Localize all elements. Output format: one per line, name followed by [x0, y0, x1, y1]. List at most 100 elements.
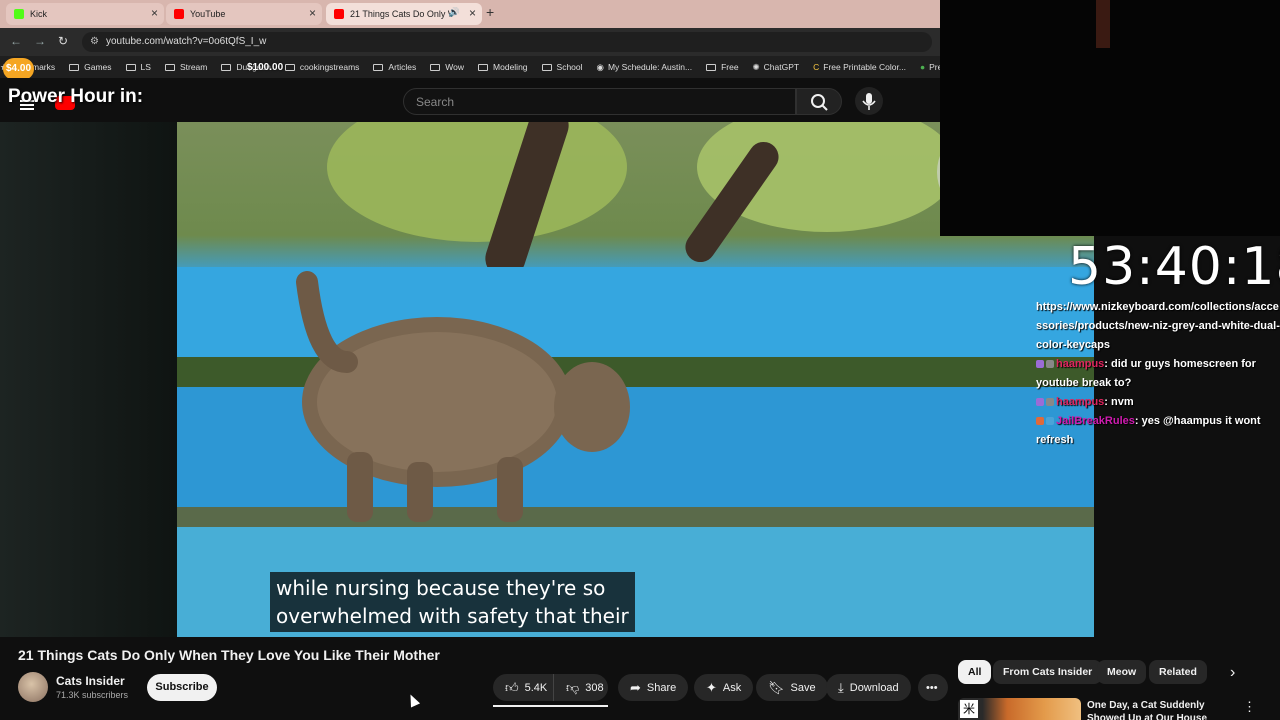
tab-label: Kick	[30, 9, 48, 19]
like-underline	[493, 705, 608, 707]
speaker-icon[interactable]: 🔊	[449, 7, 460, 18]
ask-button[interactable]: ✦ Ask	[694, 674, 754, 701]
speaker-badge-icon	[1046, 360, 1054, 369]
bookmark-item[interactable]: ◉ My Schedule: Austin...	[597, 62, 693, 73]
left-background	[0, 122, 177, 637]
tab-label: YouTube	[190, 9, 226, 19]
youtube-icon	[174, 9, 184, 19]
share-icon: ➦	[630, 679, 641, 695]
bookmark-item[interactable]: Modeling	[478, 62, 528, 72]
badge-icon	[1046, 417, 1054, 426]
folder-icon	[430, 63, 441, 71]
more-actions-button[interactable]: •••	[918, 674, 948, 701]
power-hour-title: Power Hour in:	[8, 86, 144, 107]
more-icon: •••	[926, 681, 938, 694]
download-button[interactable]: ⤓ Download	[826, 674, 911, 701]
chip-all[interactable]: All	[958, 660, 992, 684]
folder-icon	[284, 63, 295, 71]
bookmark-item[interactable]: Wow	[430, 62, 464, 72]
badge-icon	[1036, 417, 1044, 426]
folder-icon	[125, 63, 136, 71]
channel-avatar[interactable]	[18, 672, 48, 702]
kebab-menu-icon[interactable]: ⋮	[1243, 699, 1256, 715]
site-info-icon[interactable]: ⚙	[90, 36, 99, 47]
caption-line-1: while nursing because they're so	[276, 576, 606, 600]
chip-from-channel[interactable]: From Cats Insider	[993, 660, 1103, 684]
webcam-feed	[940, 0, 1280, 236]
reload-icon[interactable]: ↻	[58, 34, 68, 48]
thumbs-down-icon: 👎︎	[566, 679, 580, 695]
bookmark-item[interactable]: ✺ ChatGPT	[753, 62, 800, 73]
countdown-timer: 53:40:18	[1068, 237, 1280, 297]
url-text: youtube.com/watch?v=0o6tQfS_I_w	[106, 36, 267, 47]
chevron-right-icon[interactable]: ›	[1230, 664, 1235, 682]
related-video-title[interactable]: One Day, a Cat Suddenly Showed Up at Our…	[1087, 699, 1222, 720]
address-bar-row: ← → ↻ ⚙ youtube.com/watch?v=0o6tQfS_I_w	[0, 28, 940, 56]
voice-search-button[interactable]	[855, 87, 883, 115]
badge-icon	[1036, 360, 1044, 369]
chat-message: haampus: nvm	[1036, 393, 1280, 412]
dislike-button[interactable]: 👎︎ 308	[553, 674, 608, 701]
tab-video[interactable]: 21 Things Cats Do Only Wh 🔊 ×	[326, 3, 482, 25]
bookmark-item[interactable]: LS	[125, 62, 151, 72]
caption-line-2: overwhelmed with safety that their	[276, 604, 629, 628]
back-icon[interactable]: ←	[10, 34, 22, 48]
chip-meow[interactable]: Meow	[1097, 660, 1147, 684]
tab-kick[interactable]: Kick ×	[6, 3, 164, 25]
chatgpt-icon: ✺	[752, 61, 760, 72]
chat-message: haampus: did ur guys homescreen for yout…	[1036, 358, 1256, 389]
chat-message: https://www.nizkeyboard.com/collections/…	[1036, 301, 1280, 351]
search-input[interactable]: Search	[403, 88, 796, 115]
bookmark-item[interactable]: Games	[69, 62, 112, 72]
bookmark-item[interactable]: Free	[706, 62, 739, 72]
close-tab-icon[interactable]: ×	[151, 6, 158, 20]
folder-icon	[373, 63, 384, 71]
speaker-badge-icon	[1046, 398, 1054, 407]
globe-icon: ◉	[596, 61, 604, 72]
balance-label: $100.00	[247, 62, 284, 73]
kick-icon	[14, 9, 24, 19]
bookmark-item[interactable]: School	[541, 62, 583, 72]
sparkle-icon: ✦	[706, 679, 717, 695]
folder-icon	[164, 63, 175, 71]
caption-box: while nursing because they're so overwhe…	[270, 572, 635, 632]
tab-youtube[interactable]: YouTube ×	[166, 3, 322, 25]
coin-badge: $4.00	[3, 58, 34, 80]
c-icon: C	[813, 62, 820, 72]
like-button[interactable]: 👍︎ 5.4K	[493, 674, 553, 701]
bookmark-item[interactable]: cookingstreams	[284, 62, 359, 72]
badge-icon	[1036, 398, 1044, 407]
folder-icon	[541, 63, 552, 71]
cat-figure	[296, 271, 630, 522]
share-button[interactable]: ➦ Share	[618, 674, 689, 701]
subscriber-count: 71.3K subscribers	[56, 690, 129, 700]
search-button[interactable]	[796, 88, 842, 115]
bookmark-item[interactable]: Articles	[373, 62, 416, 72]
channel-logo-icon: 米	[960, 700, 978, 718]
folder-icon	[478, 63, 489, 71]
mic-icon	[862, 93, 876, 110]
save-button[interactable]: 🔖︎ Save	[756, 674, 828, 701]
thumbs-up-icon: 👍︎	[505, 679, 519, 695]
bookmark-item[interactable]: Stream	[164, 62, 207, 72]
bookmark-item[interactable]: ●Present	[920, 62, 940, 72]
search-icon	[811, 94, 828, 111]
bookmark-icon: 🔖︎	[768, 679, 785, 695]
download-icon: ⤓	[838, 679, 844, 695]
url-field[interactable]: ⚙ youtube.com/watch?v=0o6tQfS_I_w	[82, 32, 932, 52]
bookmark-item[interactable]: C Free Printable Color...	[813, 62, 906, 72]
youtube-icon	[334, 9, 344, 19]
channel-name[interactable]: Cats Insider	[56, 674, 125, 688]
mouse-cursor-icon	[405, 692, 421, 708]
subscribe-button[interactable]: Subscribe	[147, 674, 217, 701]
close-tab-icon[interactable]: ×	[309, 6, 316, 20]
new-tab-icon[interactable]: +	[486, 4, 494, 20]
present-icon: ●	[919, 62, 926, 72]
chip-related[interactable]: Related	[1149, 660, 1207, 684]
close-tab-icon[interactable]: ×	[469, 6, 476, 20]
video-title: 21 Things Cats Do Only When They Love Yo…	[18, 647, 440, 663]
forward-icon[interactable]: →	[34, 34, 46, 48]
tab-label: 21 Things Cats Do Only Wh	[350, 9, 450, 19]
folder-icon	[69, 63, 80, 71]
webcam-light	[1096, 0, 1110, 48]
